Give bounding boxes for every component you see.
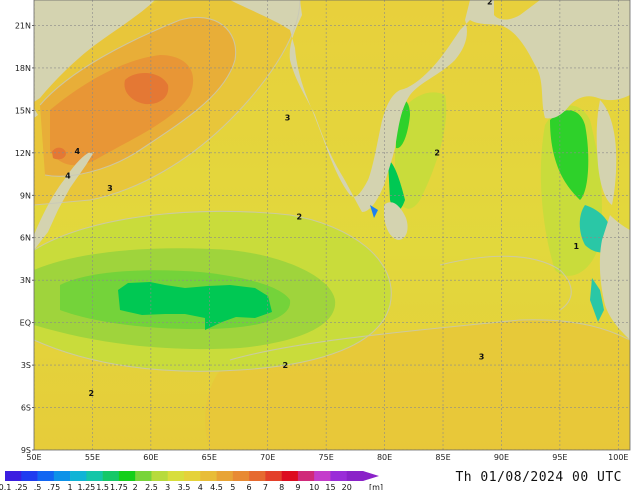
legend-value: 8 (279, 483, 284, 490)
legend-swatch (86, 471, 103, 481)
legend-unit: [m] (369, 483, 383, 490)
lon-label: 75E (319, 453, 334, 462)
legend-value: 4 (198, 483, 203, 490)
legend-value: 6 (247, 483, 252, 490)
lon-label: 50E (26, 453, 41, 462)
lat-label: 18N (15, 64, 31, 73)
contour-label: 2 (487, 0, 493, 6)
legend-value: 1.25 (77, 483, 95, 490)
legend-swatch (281, 471, 299, 481)
legend-swatch (200, 471, 217, 481)
legend-swatch (330, 471, 348, 481)
lat-label: 3S (21, 361, 31, 370)
lon-label: 60E (143, 453, 158, 462)
legend-swatch (167, 471, 185, 481)
legend-arrow (363, 471, 379, 481)
legend-value: 2 (133, 483, 138, 490)
lon-label: 90E (494, 453, 509, 462)
contour-label: 2 (282, 361, 288, 370)
contour-label: 2 (434, 149, 440, 158)
contour-label: 3 (107, 184, 113, 193)
legend-value: 1 (68, 483, 73, 490)
legend-swatch (118, 471, 136, 481)
lat-label: 6S (21, 404, 31, 413)
lon-label: 70E (260, 453, 275, 462)
legend-value: 0.1 (0, 483, 11, 490)
legend-value: 2.5 (145, 483, 158, 490)
legend-swatch (37, 471, 55, 481)
legend-value: 5 (230, 483, 235, 490)
legend-swatch (5, 471, 22, 481)
lat-label: 6N (20, 234, 31, 243)
lon-label: 80E (377, 453, 392, 462)
wave-height-map: 23244321232 21N18N15N12N9N6N3NEQ3S6S9S 5… (0, 0, 631, 490)
contour-label: 4 (74, 147, 80, 156)
lon-label: 65E (202, 453, 217, 462)
lat-label: EQ (20, 319, 31, 328)
legend-value: .75 (47, 483, 60, 490)
legend-value: 1.75 (110, 483, 128, 490)
legend-swatch (135, 471, 152, 481)
legend-value: .25 (15, 483, 28, 490)
legend-value: 20 (342, 483, 352, 490)
legend-swatch (53, 471, 71, 481)
legend-swatch (216, 471, 234, 481)
legend-value: 10 (309, 483, 319, 490)
legend-swatch (265, 471, 282, 481)
lon-label: 95E (552, 453, 567, 462)
map-area: 2 3 2 4 4 3 2 1 2 3 2 (34, 0, 630, 450)
contour-label: 3 (479, 352, 485, 361)
legend-value: 15 (325, 483, 335, 490)
legend-swatch (346, 471, 364, 481)
lat-label: 15N (15, 106, 31, 115)
legend-value: 3 (165, 483, 170, 490)
legend-swatch (102, 471, 120, 481)
legend-value: 7 (263, 483, 268, 490)
lon-label: 55E (85, 453, 100, 462)
contour-label: 1 (573, 242, 579, 251)
legend-value: .5 (34, 483, 42, 490)
contour-label: 4 (65, 171, 71, 180)
longitude-labels: 50E 55E 60E 65E 70E 75E 80E 85E 90E 95E 100E (26, 453, 628, 462)
contour-label: 2 (296, 212, 302, 221)
wave-height-legend: 0.1 .25 .5 .75 1 1.25 1.5 1.75 2 2.5 3 3.5 4 4.5 5 6 7 8 9… (0, 471, 383, 490)
legend-value: 4.5 (210, 483, 223, 490)
latitude-labels: 21N18N15N12N9N6N3NEQ3S6S9S (15, 21, 34, 455)
legend-swatch (70, 471, 87, 481)
legend-swatch (184, 471, 201, 481)
lat-label: 21N (15, 21, 31, 30)
legend-swatch (21, 471, 38, 481)
legend-swatch (297, 471, 315, 481)
contour-label: 2 (88, 389, 94, 398)
legend-swatch (314, 471, 331, 481)
legend-swatch (249, 471, 266, 481)
lon-label: 85E (435, 453, 450, 462)
lat-label: 9N (20, 191, 31, 200)
legend-swatch (232, 471, 250, 481)
lat-label: 12N (15, 149, 31, 158)
legend-swatch (151, 471, 169, 481)
contour-label: 3 (285, 113, 291, 122)
legend-value: 1.5 (96, 483, 109, 490)
lat-label: 3N (20, 276, 31, 285)
legend-value: 3.5 (178, 483, 191, 490)
forecast-timestamp: Th 01/08/2024 00 UTC (455, 470, 622, 485)
lon-label: 100E (608, 453, 628, 462)
legend-value: 9 (295, 483, 300, 490)
